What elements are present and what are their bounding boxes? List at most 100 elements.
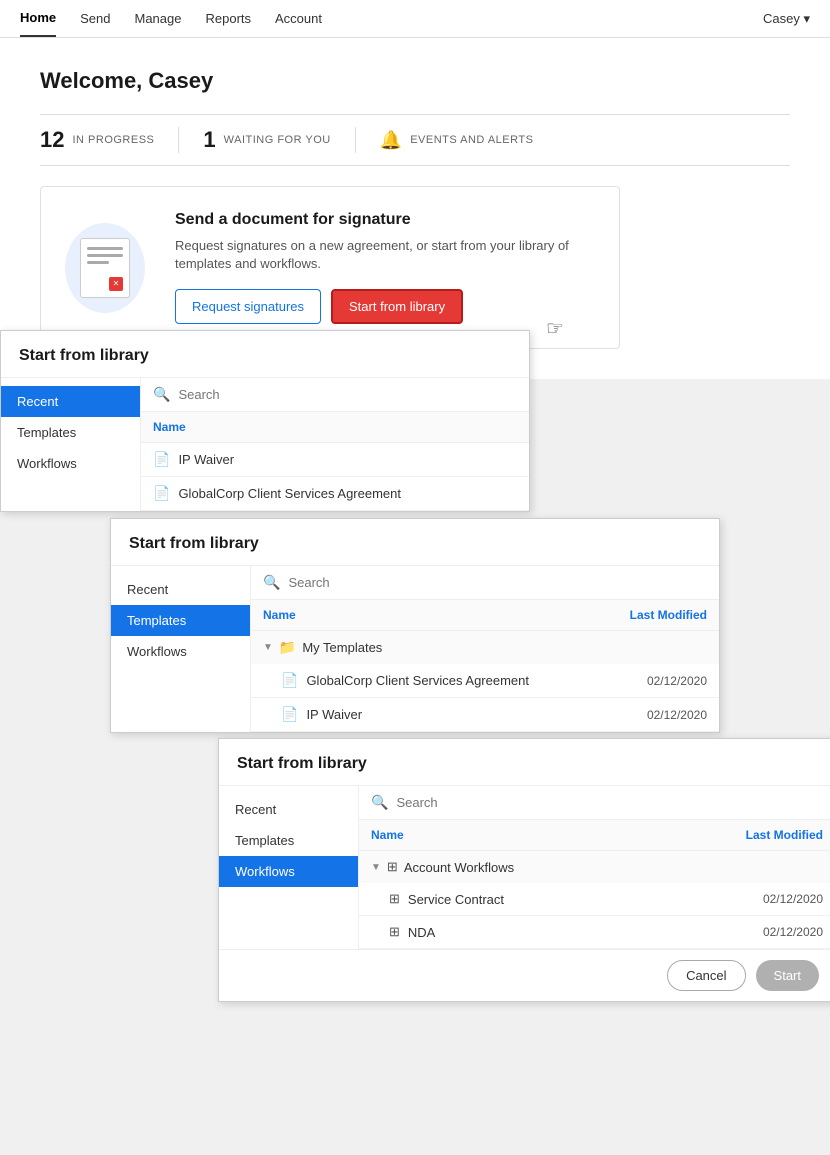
panel1-table-header: Name xyxy=(141,412,529,443)
panel1-name-col: Name xyxy=(153,420,517,434)
send-document-card: ✕ Send a document for signature Request … xyxy=(40,186,620,349)
panel3-chevron-icon: ▼ xyxy=(371,862,381,873)
panel3-nav-templates[interactable]: Templates xyxy=(219,825,358,856)
nav-send[interactable]: Send xyxy=(80,1,110,36)
send-card-description: Request signatures on a new agreement, o… xyxy=(175,237,595,273)
panel1-row-1[interactable]: 📄 IP Waiver xyxy=(141,443,529,477)
panel2-row1-name: GlobalCorp Client Services Agreement xyxy=(306,673,629,688)
panel3-folder-name: Account Workflows xyxy=(404,860,514,875)
panel1-row2-name: GlobalCorp Client Services Agreement xyxy=(178,486,517,501)
panel2-title: Start from library xyxy=(111,519,719,566)
nav-reports[interactable]: Reports xyxy=(205,1,251,36)
panel2-search-bar: 🔍 xyxy=(251,566,719,600)
panel1-search-input[interactable] xyxy=(178,387,517,402)
panel2-table-header: Name Last Modified xyxy=(251,600,719,631)
card-actions: Request signatures Start from library xyxy=(175,289,595,324)
document-icon: ✕ xyxy=(80,238,130,298)
panel1-search-bar: 🔍 xyxy=(141,378,529,412)
start-from-library-button[interactable]: Start from library xyxy=(331,289,463,324)
panel1-sidebar: Recent Templates Workflows xyxy=(1,378,141,511)
panel1-nav-templates[interactable]: Templates xyxy=(1,417,140,448)
panel3-row-1[interactable]: ⊞ Service Contract 02/12/2020 xyxy=(359,883,830,916)
panel3-table-header: Name Last Modified xyxy=(359,820,830,851)
panel2-main: 🔍 Name Last Modified ▼ 📁 My Templates 📄 … xyxy=(251,566,719,732)
panel3-search-bar: 🔍 xyxy=(359,786,830,820)
bell-icon: 🔔 xyxy=(380,130,402,151)
doc-line-1 xyxy=(87,247,123,250)
file-icon-1: 📄 xyxy=(153,451,170,468)
panel2-row2-date: 02/12/2020 xyxy=(637,708,707,722)
panel2-nav-workflows[interactable]: Workflows xyxy=(111,636,250,667)
panel3-row2-date: 02/12/2020 xyxy=(753,925,823,939)
events-label: EVENTS AND ALERTS xyxy=(410,134,533,146)
panel3-row-2[interactable]: ⊞ NDA 02/12/2020 xyxy=(359,916,830,949)
request-signatures-button[interactable]: Request signatures xyxy=(175,289,321,324)
panel2-row-2[interactable]: 📄 IP Waiver 02/12/2020 xyxy=(251,698,719,732)
panel1-title: Start from library xyxy=(1,331,529,378)
library-panel-templates: Start from library Recent Templates Work… xyxy=(110,518,720,733)
panel3-title: Start from library xyxy=(219,739,830,786)
panel1-nav-workflows[interactable]: Workflows xyxy=(1,448,140,479)
stats-bar: 12 IN PROGRESS 1 WAITING FOR YOU 🔔 EVENT… xyxy=(40,114,790,166)
folder-icon: 📁 xyxy=(279,639,296,656)
panel3-search-icon: 🔍 xyxy=(371,794,388,811)
waiting-label: WAITING FOR YOU xyxy=(224,134,331,146)
in-progress-label: IN PROGRESS xyxy=(72,134,154,146)
doc-line-2 xyxy=(87,254,123,257)
nav-items: Home Send Manage Reports Account xyxy=(20,0,763,37)
panel2-search-icon: 🔍 xyxy=(263,574,280,591)
nav-account[interactable]: Account xyxy=(275,1,322,36)
panel1-row-2[interactable]: 📄 GlobalCorp Client Services Agreement xyxy=(141,477,529,511)
panel3-body: Recent Templates Workflows 🔍 Name Last M… xyxy=(219,786,830,949)
panel2-body: Recent Templates Workflows 🔍 Name Last M… xyxy=(111,566,719,732)
nav-home[interactable]: Home xyxy=(20,0,56,37)
panel3-search-input[interactable] xyxy=(396,795,823,810)
panel2-folder-name: My Templates xyxy=(302,640,382,655)
panel1-nav-recent[interactable]: Recent xyxy=(1,386,140,417)
user-menu[interactable]: Casey ▾ xyxy=(763,11,810,27)
panel2-nav-recent[interactable]: Recent xyxy=(111,574,250,605)
stat-waiting[interactable]: 1 WAITING FOR YOU xyxy=(179,127,355,153)
panel1-row1-name: IP Waiver xyxy=(178,452,517,467)
stat-events[interactable]: 🔔 EVENTS AND ALERTS xyxy=(356,130,558,151)
panel3-main: 🔍 Name Last Modified ▼ ⊞ Account Workflo… xyxy=(359,786,830,949)
panel2-row-1[interactable]: 📄 GlobalCorp Client Services Agreement 0… xyxy=(251,664,719,698)
panel2-name-col: Name xyxy=(263,608,617,622)
panel3-row2-name: NDA xyxy=(408,925,745,940)
workflow-folder-icon: ⊞ xyxy=(387,859,398,875)
in-progress-count: 12 xyxy=(40,127,64,153)
doc-line-3 xyxy=(87,261,109,264)
panel2-sidebar: Recent Templates Workflows xyxy=(111,566,251,732)
stat-in-progress[interactable]: 12 IN PROGRESS xyxy=(40,127,179,153)
panel2-nav-templates[interactable]: Templates xyxy=(111,605,250,636)
panel3-row1-date: 02/12/2020 xyxy=(753,892,823,906)
panel3-footer: Cancel Start xyxy=(219,949,830,1001)
panel3-row1-name: Service Contract xyxy=(408,892,745,907)
panel2-modified-col: Last Modified xyxy=(617,608,707,622)
waiting-count: 1 xyxy=(203,127,215,153)
chevron-down-icon: ▼ xyxy=(263,642,273,653)
panel3-name-col: Name xyxy=(371,828,733,842)
workflow-icon-1: ⊞ xyxy=(389,891,400,907)
send-card-content: Send a document for signature Request si… xyxy=(175,211,595,324)
start-button[interactable]: Start xyxy=(756,960,819,991)
panel1-search-icon: 🔍 xyxy=(153,386,170,403)
send-card-heading: Send a document for signature xyxy=(175,211,595,229)
workflow-icon-2: ⊞ xyxy=(389,924,400,940)
panel2-folder-row[interactable]: ▼ 📁 My Templates xyxy=(251,631,719,664)
panel3-nav-workflows[interactable]: Workflows xyxy=(219,856,358,887)
cancel-button[interactable]: Cancel xyxy=(667,960,745,991)
panel3-modified-col: Last Modified xyxy=(733,828,823,842)
library-panel-recent: Start from library Recent Templates Work… xyxy=(0,330,530,512)
file-icon-2: 📄 xyxy=(153,485,170,502)
panel2-search-input[interactable] xyxy=(288,575,707,590)
panel3-nav-recent[interactable]: Recent xyxy=(219,794,358,825)
document-illustration: ✕ xyxy=(65,223,145,313)
panel3-folder-row[interactable]: ▼ ⊞ Account Workflows xyxy=(359,851,830,883)
main-content: Welcome, Casey 12 IN PROGRESS 1 WAITING … xyxy=(0,38,830,379)
file-icon-p2-1: 📄 xyxy=(281,672,298,689)
panel3-sidebar: Recent Templates Workflows xyxy=(219,786,359,949)
welcome-title: Welcome, Casey xyxy=(40,68,790,94)
nav-manage[interactable]: Manage xyxy=(135,1,182,36)
library-panel-workflows: Start from library Recent Templates Work… xyxy=(218,738,830,1002)
